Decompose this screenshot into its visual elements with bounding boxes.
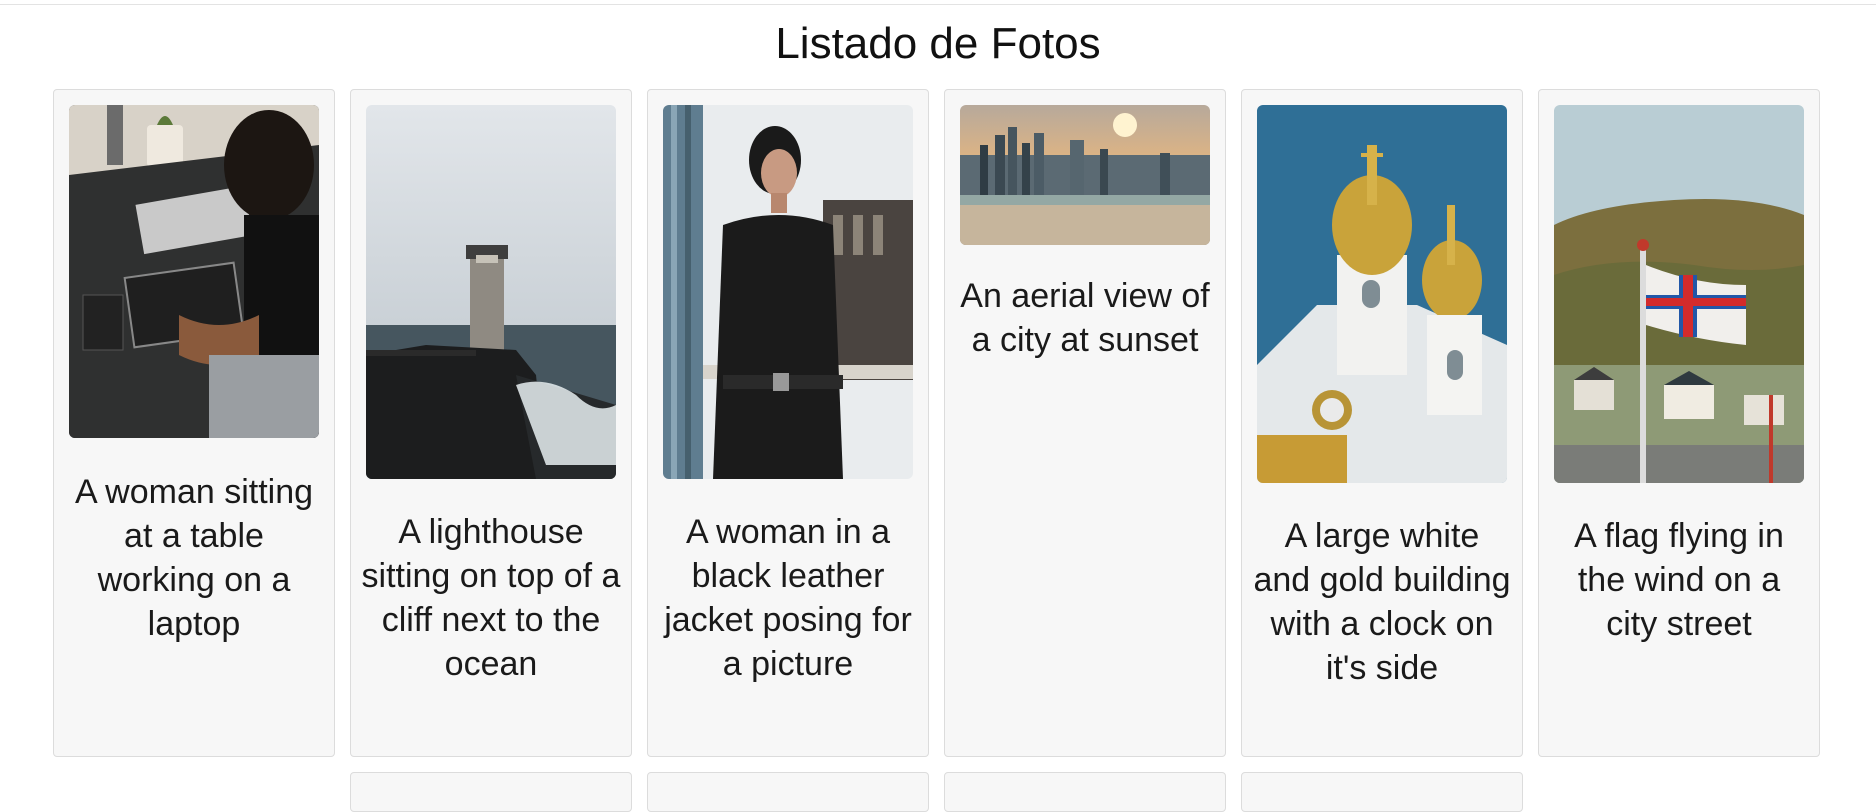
photo-image[interactable] [1554, 105, 1804, 483]
photo-city-sunset-aerial [960, 105, 1210, 245]
photo-flag-hillside-town [1554, 105, 1804, 483]
photo-card[interactable]: A woman in a black leather jacket posing… [647, 89, 929, 757]
photo-white-gold-palace [1257, 105, 1507, 483]
photo-image[interactable] [663, 105, 913, 479]
photo-image[interactable] [69, 105, 319, 438]
photo-card[interactable]: A large white and gold building with a c… [1241, 89, 1523, 757]
photo-image[interactable] [960, 105, 1210, 245]
photo-caption: A flag flying in the wind on a city stre… [1574, 517, 1784, 643]
photo-card[interactable]: A flag flying in the wind on a city stre… [1538, 89, 1820, 757]
photo-image[interactable] [1257, 105, 1507, 483]
photo-card[interactable] [944, 772, 1226, 812]
photo-caption: A large white and gold building with a c… [1253, 517, 1511, 687]
photo-card[interactable]: A woman sitting at a table working on a … [53, 89, 335, 757]
photo-caption: An aerial view of a city at sunset [960, 277, 1210, 359]
photo-caption: A woman sitting at a table working on a … [74, 473, 314, 643]
photo-caption: A woman in a black leather jacket posing… [664, 513, 912, 683]
top-divider [0, 4, 1876, 5]
photo-card[interactable]: An aerial view of a city at sunset [944, 89, 1226, 757]
photo-image[interactable] [366, 105, 616, 479]
page-title: Listado de Fotos [775, 19, 1101, 68]
photo-lighthouse-cliff [366, 105, 616, 479]
photo-card[interactable] [647, 772, 929, 812]
photo-card[interactable] [1241, 772, 1523, 812]
photo-card[interactable]: A lighthouse sitting on top of a cliff n… [350, 89, 632, 757]
photo-woman-leather-jacket [663, 105, 913, 479]
photo-card[interactable] [350, 772, 632, 812]
photo-caption: A lighthouse sitting on top of a cliff n… [361, 513, 621, 683]
photo-woman-repairing-laptop [69, 105, 319, 438]
